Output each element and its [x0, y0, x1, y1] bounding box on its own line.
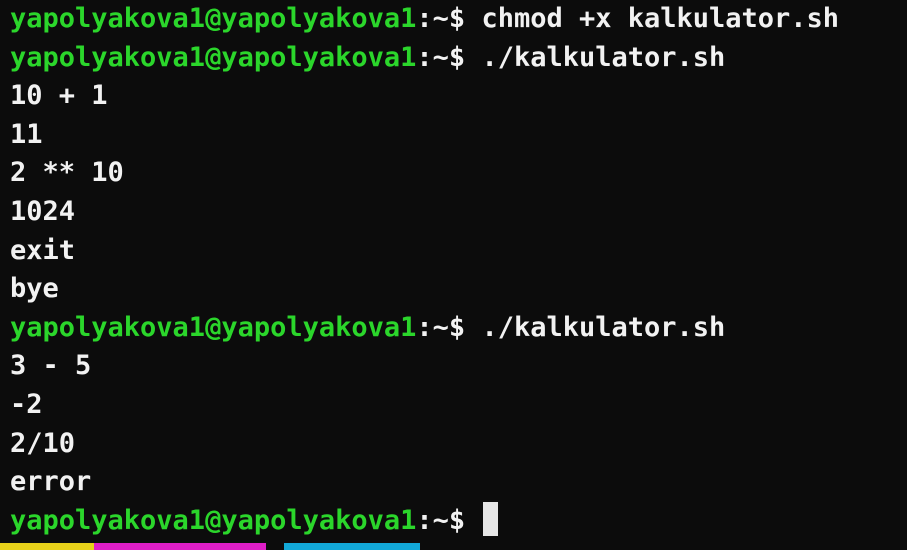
command-text: chmod +x kalkulator.sh: [481, 3, 840, 34]
prompt-separator: :~$: [416, 504, 466, 536]
prompt-separator: :~$: [416, 41, 466, 73]
status-segment-magenta: [94, 543, 266, 550]
text-cursor: [483, 502, 499, 537]
prompt-user-host: yapolyakova1@yapolyakova1: [10, 311, 417, 343]
terminal-line-output: -2: [10, 388, 43, 420]
prompt-user-host: yapolyakova1@yapolyakova1: [10, 504, 417, 536]
terminal-window[interactable]: yapolyakova1@yapolyakova1:~$ chmod +x ka…: [0, 0, 907, 550]
terminal-line-output: exit: [10, 234, 76, 266]
command-text: ./kalkulator.sh: [481, 41, 726, 73]
terminal-line-current-prompt[interactable]: yapolyakova1@yapolyakova1:~$: [10, 502, 907, 541]
terminal-line-output: error: [10, 466, 92, 498]
terminal-line-output: 3 - 5: [10, 350, 92, 382]
prompt-user-host: yapolyakova1@yapolyakova1: [10, 41, 417, 73]
prompt-separator: :~$: [416, 3, 466, 34]
terminal-line-output: 10 + 1: [10, 80, 108, 112]
status-segment-yellow: [0, 543, 94, 550]
prompt-user-host: yapolyakova1@yapolyakova1: [10, 3, 417, 34]
status-bar: [0, 543, 907, 550]
command-text: ./kalkulator.sh: [481, 311, 726, 343]
terminal-line-output: 2/10: [10, 427, 76, 459]
terminal-output: yapolyakova1@yapolyakova1:~$ chmod +x ka…: [10, 0, 907, 540]
terminal-line-command: yapolyakova1@yapolyakova1:~$ ./kalkulato…: [10, 309, 907, 348]
terminal-line-command: yapolyakova1@yapolyakova1:~$ ./kalkulato…: [10, 39, 907, 78]
prompt-separator: :~$: [416, 311, 466, 343]
terminal-line-output: 1024: [10, 195, 76, 227]
terminal-line-output: 11: [10, 118, 43, 150]
terminal-line-command: yapolyakova1@yapolyakova1:~$ chmod +x ka…: [10, 0, 907, 39]
terminal-line-output: 2 ** 10: [10, 157, 124, 189]
terminal-line-output: bye: [10, 273, 59, 305]
status-segment-cyan: [284, 543, 420, 550]
